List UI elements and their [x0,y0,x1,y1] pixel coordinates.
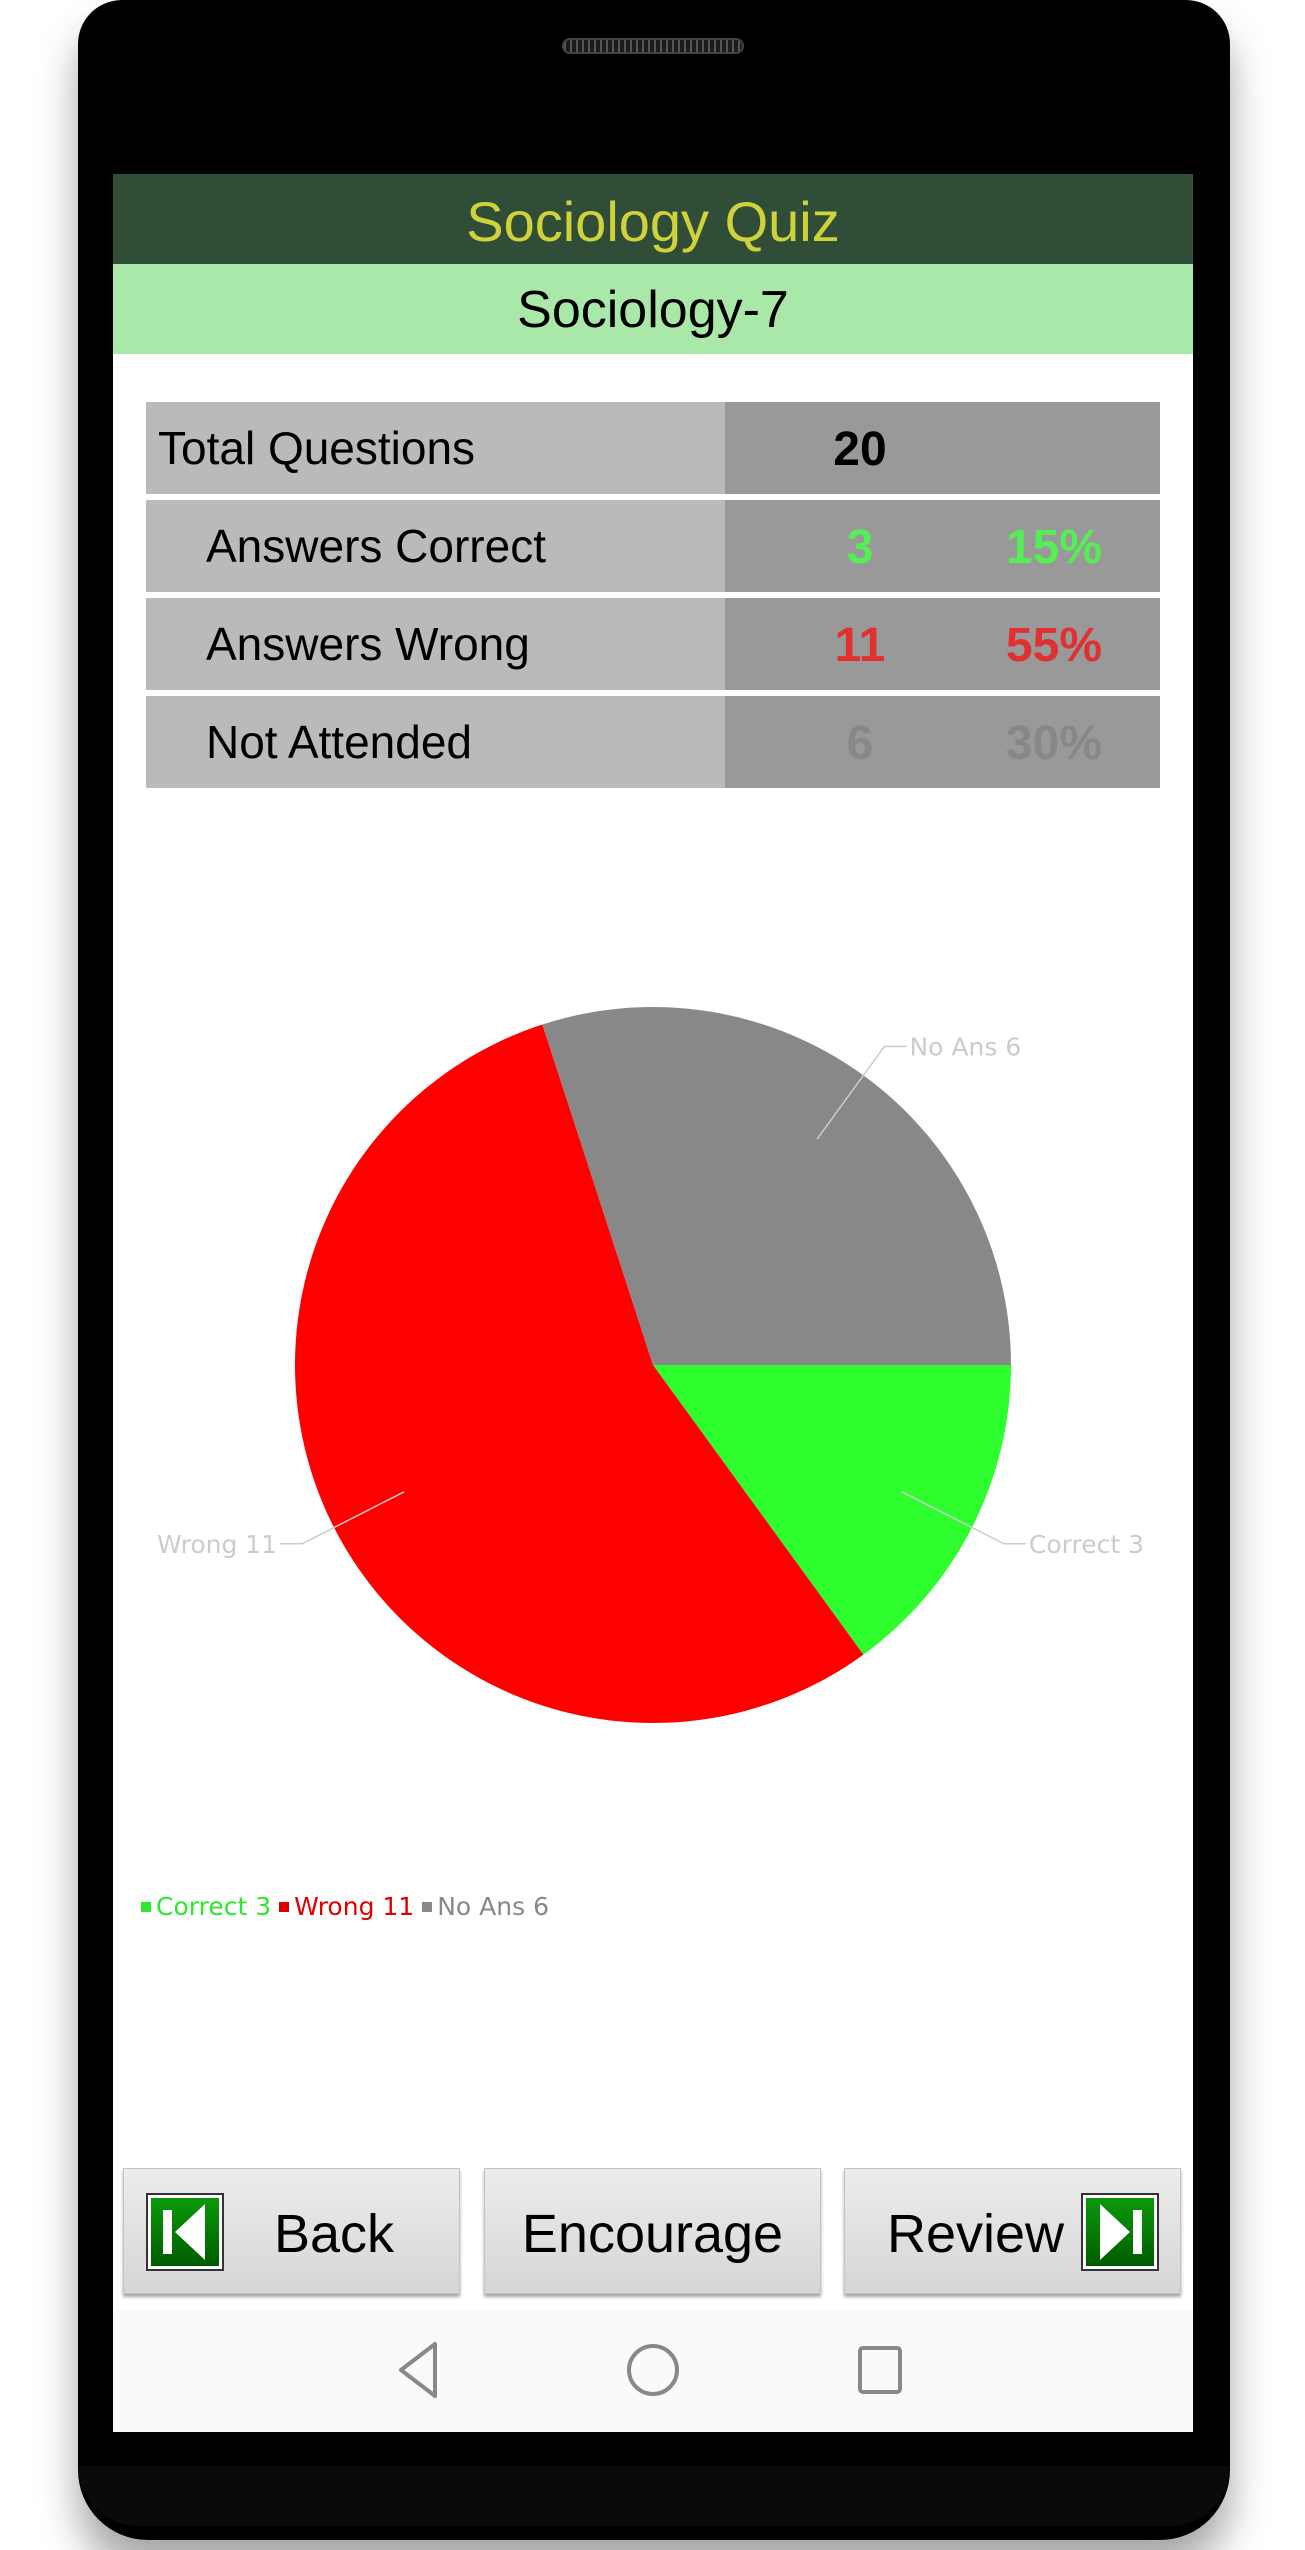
legend-swatch-icon [141,1901,151,1912]
back-button-label: Back [274,2204,395,2264]
skip-forward-icon [1081,2193,1159,2271]
legend-label: No Ans 6 [437,1892,549,1921]
legend-swatch-icon [422,1901,433,1912]
stats-table: Total Questions 20 Answers Correct 3 15%… [146,402,1160,794]
legend-item: Wrong 11 [279,1892,414,1921]
review-button-label: Review [887,2204,1065,2264]
back-button[interactable]: Back [123,2168,460,2294]
stat-label: Total Questions [146,402,725,494]
stat-percent: 15% [1005,521,1102,574]
nav-back-triangle-icon[interactable] [393,2340,443,2400]
stat-values: 20 [725,402,1160,494]
stat-count: 3 [846,521,874,574]
nav-recents-square-icon[interactable] [855,2340,905,2400]
legend-item: No Ans 6 [422,1892,549,1921]
skip-back-icon [146,2193,224,2271]
stat-values: 6 30% [725,696,1160,788]
stat-row-correct: Answers Correct 3 15% [146,500,1160,592]
legend-swatch-icon [279,1901,290,1912]
stat-label: Answers Wrong [146,598,725,690]
callout-label: No Ans 6 [909,1032,1021,1061]
android-nav-bar [113,2310,1193,2432]
stat-count: 20 [833,423,887,476]
pie-chart: Correct 3 Wrong 11 No Ans 6 [113,954,1193,1834]
quiz-name: Sociology-7 [113,264,1193,354]
app-screen: Sociology Quiz Sociology-7 Total Questio… [113,174,1193,2432]
pie-chart-svg: Correct 3 Wrong 11 No Ans 6 [157,1007,1144,1723]
stat-count: 11 [834,619,886,672]
callout-label: Wrong 11 [157,1530,277,1559]
stat-label: Answers Correct [146,500,725,592]
chart-legend: Correct 3 Wrong 11 No Ans 6 [141,1892,553,1921]
stat-row-total: Total Questions 20 [146,402,1160,494]
speaker-grille-icon [562,38,744,54]
stat-row-wrong: Answers Wrong 11 55% [146,598,1160,690]
stat-row-not-attended: Not Attended 6 30% [146,696,1160,788]
callout-label: Correct 3 [1029,1530,1144,1559]
stat-percent: 30% [1005,717,1102,770]
stat-values: 11 55% [725,598,1160,690]
stat-count: 6 [846,717,874,770]
legend-label: Wrong 11 [294,1892,415,1921]
button-bar: Back Encourage Review [123,2168,1183,2296]
nav-home-circle-icon[interactable] [625,2340,681,2400]
app-title: Sociology Quiz [113,174,1193,264]
legend-label: Correct 3 [156,1892,272,1921]
stat-percent: 55% [1005,619,1102,672]
stat-values: 3 15% [725,500,1160,592]
encourage-button[interactable]: Encourage [484,2168,821,2294]
encourage-button-label: Encourage [521,2204,784,2264]
phone-chin [78,2466,1230,2526]
legend-item: Correct 3 [141,1892,271,1921]
stat-label: Not Attended [146,696,725,788]
review-button[interactable]: Review [844,2168,1181,2294]
